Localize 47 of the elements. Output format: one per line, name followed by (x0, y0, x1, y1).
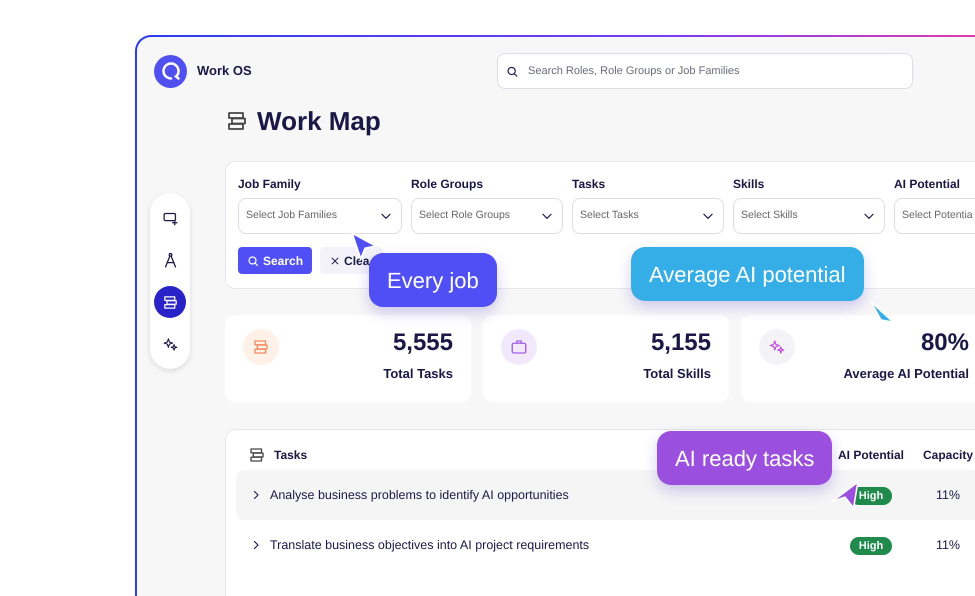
logo-icon (154, 54, 187, 88)
task-title: Analyse business problems to identify AI opportunities (270, 486, 569, 504)
tasks-title: Tasks (274, 447, 308, 464)
stat-value: 80% (920, 329, 969, 358)
stack-icon (248, 446, 266, 464)
page-title: Work Map (257, 104, 381, 138)
callout-tooltip: AI ready tasks (657, 431, 832, 485)
briefcase-badge-icon (501, 329, 537, 365)
column-header: AI Potential (836, 447, 905, 464)
filter-label: Tasks (572, 176, 606, 193)
stat-value: 5,155 (650, 329, 711, 358)
stat-value: 5,555 (392, 329, 453, 358)
callout-tooltip: Average AI potential (631, 247, 864, 301)
potential-badge: High (850, 536, 892, 555)
filter-dropdown[interactable]: Select Tasks (572, 198, 724, 234)
stat-label: Total Tasks (383, 364, 453, 383)
filter-label: Skills (733, 176, 766, 193)
capacity-value: 11% (934, 536, 962, 554)
stack-badge-icon (243, 329, 279, 365)
column-header: Capacity (922, 447, 974, 464)
stack-icon (225, 109, 249, 133)
cursor-icon (830, 480, 860, 510)
filter-label: Job Family (238, 176, 302, 193)
filter-dropdown[interactable]: Select Skills (733, 198, 885, 234)
search-bar[interactable]: Search Roles, Role Groups or Job Families (496, 53, 913, 89)
search-button[interactable]: Search (238, 247, 312, 274)
stat-label: Average AI Potential (844, 364, 969, 383)
task-title: Translate business objectives into AI project requirements (270, 536, 590, 554)
capacity-value: 11% (934, 486, 962, 504)
task-row[interactable]: Analyse business problems to identify AI opportunities High 11% (236, 470, 975, 520)
stat-label: Total Skills (643, 364, 711, 383)
stack-icon (162, 294, 178, 310)
search-icon (506, 64, 518, 78)
sparkle-icon (162, 336, 178, 352)
sidebar-button[interactable] (154, 286, 186, 318)
filter-dropdown[interactable]: Select Job Families (238, 198, 402, 234)
sparkle-badge-icon (759, 329, 795, 365)
filter-label: AI Potential (894, 176, 962, 193)
filter-dropdown[interactable]: Select Role Groups (411, 198, 563, 234)
callout-tooltip: Every job (369, 253, 497, 307)
search-icon (247, 254, 259, 266)
filter-dropdown[interactable]: Select Potentia (894, 198, 975, 234)
filter-label: Role Groups (411, 176, 484, 193)
task-row[interactable]: Translate business objectives into AI project requirements High 11% (236, 520, 975, 570)
app-name: Work OS (197, 62, 252, 80)
close-icon (330, 256, 340, 266)
search-field[interactable]: Search Roles, Role Groups or Job Families (526, 62, 912, 80)
